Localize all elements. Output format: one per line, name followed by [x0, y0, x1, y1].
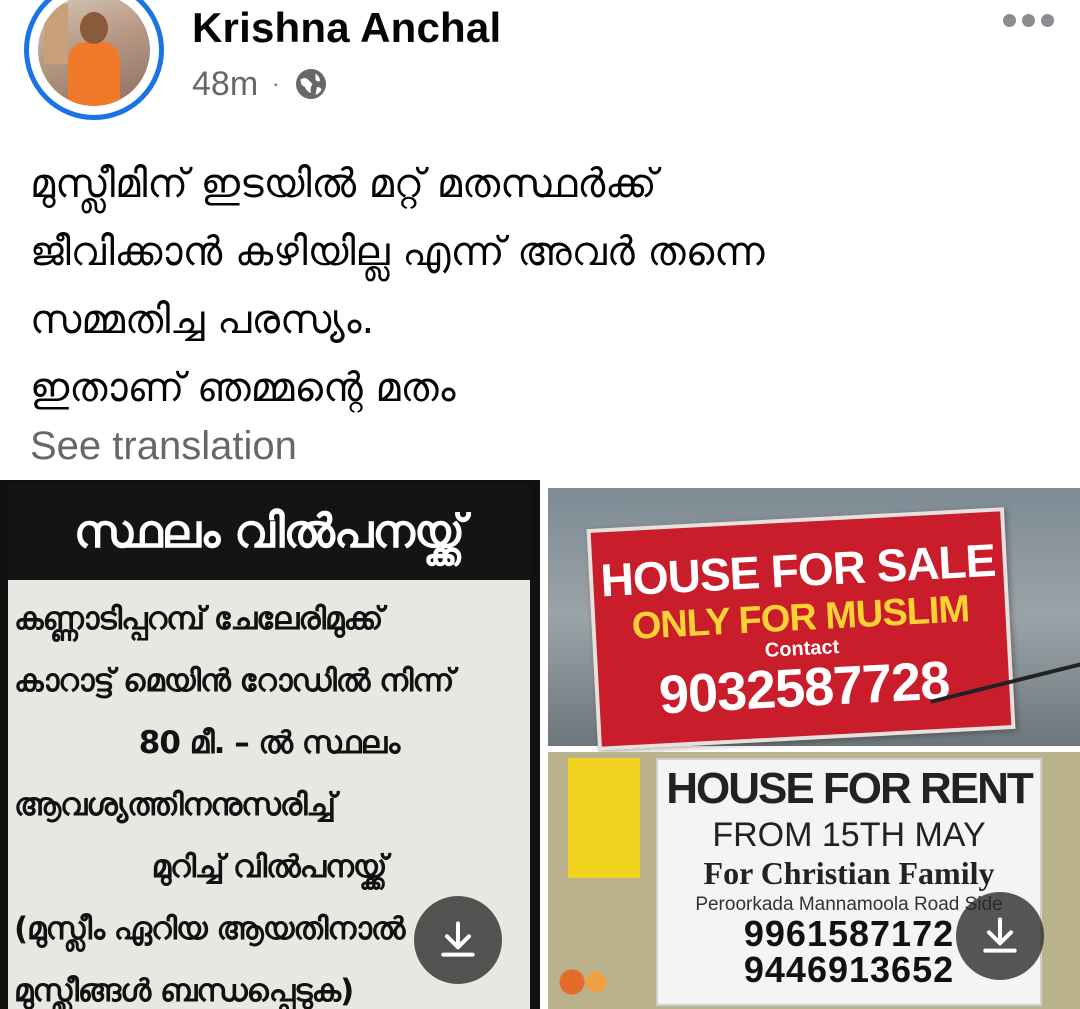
- see-translation-link[interactable]: See translation: [30, 424, 297, 469]
- globe-icon: [296, 69, 327, 99]
- rent-banner-phone2: 9446913652: [743, 949, 955, 990]
- clipping-line: ആവശ്യത്തിനനുസരിച്ച്: [14, 787, 336, 823]
- rent-banner-line3: For Christian Family: [703, 855, 995, 891]
- download-icon[interactable]: [414, 896, 502, 984]
- rent-banner-line1: HOUSE FOR RENT: [666, 764, 1034, 813]
- post-image-left[interactable]: സ്ഥലം വിൽപനയ്ക്ക് കണ്ണാടിപ്പറമ്പ് ചേലേരി…: [0, 480, 540, 1009]
- post-text-line: സമ്മതിച്ച പരസ്യം.: [30, 297, 375, 343]
- flower-decoration: [554, 962, 614, 1002]
- clipping-line: കാറാട്ട് മെയിൻ റോഡിൽ നിന്ന്: [14, 663, 454, 699]
- rent-banner-line2: FROM 15TH MAY: [712, 816, 986, 854]
- sale-banner-phone: 9032587728: [657, 650, 951, 726]
- author-name[interactable]: Krishna Anchal: [192, 4, 501, 52]
- post-text-line: മുസ്ലീമിന് ഇടയിൽ മറ്റ് മതസ്ഥർക്ക്: [30, 161, 657, 207]
- post-time[interactable]: 48m: [192, 65, 258, 104]
- clipping-line: മുറിച്ച് വിൽപനയ്ക്ക്: [151, 849, 388, 885]
- sale-banner-photo: HOUSE FOR SALE ONLY FOR MUSLIM Contact 9…: [548, 488, 1080, 751]
- post-text-line: ജീവിക്കാൻ കഴിയില്ല എന്ന് അവർ തന്നെ: [30, 229, 765, 275]
- rent-banner-phone1: 9961587172: [743, 913, 955, 954]
- side-poster: [568, 758, 640, 878]
- post-image-right[interactable]: HOUSE FOR SALE ONLY FOR MUSLIM Contact 9…: [548, 480, 1080, 1009]
- clipping-line: കണ്ണാടിപ്പറമ്പ് ചേലേരിമുക്ക്: [14, 601, 383, 637]
- meta-separator: ·: [272, 71, 280, 96]
- house-for-sale-banner: HOUSE FOR SALE ONLY FOR MUSLIM Contact 9…: [586, 507, 1016, 751]
- clipping-heading-text: സ്ഥലം വിൽപനയ്ക്ക്: [73, 504, 465, 558]
- clipping-line: 80 മീ. – ൽ സ്ഥലം: [138, 725, 400, 761]
- post-meta: 48m ·: [192, 62, 329, 106]
- download-icon[interactable]: [956, 892, 1044, 980]
- more-options-icon[interactable]: [1003, 14, 1054, 27]
- clipping-heading: സ്ഥലം വിൽപനയ്ക്ക്: [8, 484, 530, 580]
- post-text: മുസ്ലീമിന് ഇടയിൽ മറ്റ് മതസ്ഥർക്ക് ജീവിക്…: [30, 150, 1050, 422]
- post-text-line: ഇതാണ് ഞമ്മന്റെ മതം: [30, 365, 456, 411]
